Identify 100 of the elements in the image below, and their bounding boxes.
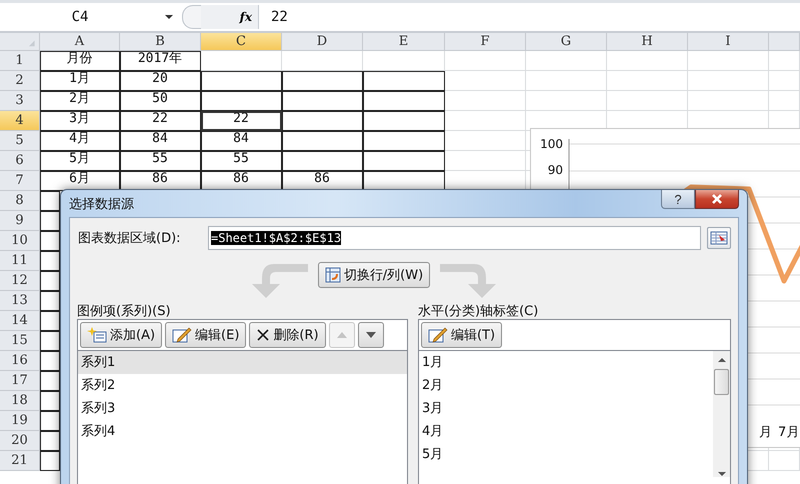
row-header[interactable]: 13 — [0, 291, 40, 311]
row-header[interactable]: 9 — [0, 211, 40, 231]
range-input-field[interactable]: =Sheet1!$A$2:$E$13 — [208, 226, 701, 250]
table-cell[interactable] — [607, 51, 688, 71]
table-cell[interactable] — [40, 271, 60, 291]
row-header[interactable]: 5 — [0, 131, 40, 151]
row-header[interactable]: 4 — [0, 111, 40, 131]
row-header[interactable]: 12 — [0, 271, 40, 291]
table-cell[interactable] — [445, 71, 526, 91]
table-cell[interactable]: 84 — [201, 131, 282, 151]
edit-button[interactable]: 编辑(T) — [420, 322, 502, 348]
table-cell[interactable]: 1月 — [40, 71, 120, 91]
row-header[interactable]: 17 — [0, 371, 40, 391]
table-cell[interactable] — [607, 91, 688, 111]
row-header[interactable]: 2 — [0, 71, 40, 91]
table-cell[interactable]: 20 — [120, 71, 201, 91]
table-cell[interactable] — [282, 91, 363, 111]
column-header[interactable]: A — [40, 33, 120, 51]
row-header[interactable]: 10 — [0, 231, 40, 251]
help-button[interactable]: ? — [661, 190, 695, 209]
row-header[interactable]: 1 — [0, 51, 40, 71]
column-header[interactable]: I — [688, 33, 769, 51]
column-header[interactable]: G — [526, 33, 607, 51]
list-item[interactable]: 4月 — [418, 420, 713, 443]
table-cell[interactable] — [282, 131, 363, 151]
table-cell[interactable] — [769, 91, 800, 111]
column-header[interactable]: D — [282, 33, 363, 51]
table-cell[interactable] — [40, 371, 60, 391]
name-box[interactable]: C4 — [0, 9, 160, 25]
list-item[interactable]: 系列1 — [78, 351, 407, 374]
table-cell[interactable]: 2月 — [40, 91, 120, 111]
table-cell[interactable] — [688, 51, 769, 71]
table-cell[interactable]: 4月 — [40, 131, 120, 151]
formula-field[interactable]: 22 — [259, 9, 800, 25]
table-cell[interactable] — [363, 51, 445, 71]
column-header[interactable]: C — [201, 33, 282, 51]
table-cell[interactable] — [40, 211, 60, 231]
table-cell[interactable] — [40, 451, 60, 471]
list-item[interactable]: 系列3 — [78, 397, 407, 420]
table-cell[interactable] — [40, 391, 60, 411]
switch-row-column-button[interactable]: 切换行/列(W) — [318, 262, 430, 288]
table-cell[interactable] — [282, 51, 363, 71]
table-cell[interactable] — [526, 51, 607, 71]
table-cell[interactable] — [769, 51, 800, 71]
table-cell[interactable] — [40, 431, 60, 451]
scrollbar-thumb[interactable] — [714, 369, 729, 395]
scrollbar[interactable] — [713, 351, 730, 477]
table-cell[interactable] — [445, 131, 526, 151]
row-header[interactable]: 16 — [0, 351, 40, 371]
table-cell[interactable] — [363, 151, 445, 171]
table-cell[interactable]: 55 — [201, 151, 282, 171]
table-cell[interactable] — [445, 151, 526, 171]
table-cell[interactable] — [40, 231, 60, 251]
row-header[interactable]: 3 — [0, 91, 40, 111]
collapse-dialog-button[interactable] — [707, 227, 731, 249]
list-item[interactable]: 系列4 — [78, 420, 407, 443]
table-cell[interactable] — [445, 91, 526, 111]
move-down-button[interactable] — [358, 322, 384, 348]
row-header[interactable]: 15 — [0, 331, 40, 351]
list-item[interactable]: 1月 — [418, 351, 713, 374]
table-cell[interactable]: 50 — [120, 91, 201, 111]
splitter-handle[interactable] — [182, 5, 201, 29]
table-cell[interactable] — [526, 91, 607, 111]
row-header[interactable]: 11 — [0, 251, 40, 271]
table-cell[interactable] — [769, 451, 800, 471]
row-header[interactable]: 19 — [0, 411, 40, 431]
table-cell[interactable] — [688, 71, 769, 91]
column-header[interactable]: E — [363, 33, 445, 51]
list-item[interactable]: 2月 — [418, 374, 713, 397]
row-header[interactable]: 6 — [0, 151, 40, 171]
table-cell[interactable] — [40, 191, 60, 211]
table-cell[interactable] — [40, 251, 60, 271]
table-cell[interactable] — [201, 71, 282, 91]
table-cell[interactable] — [445, 51, 526, 71]
table-cell[interactable]: 2017年 — [120, 51, 201, 71]
table-cell[interactable] — [282, 151, 363, 171]
edit-button[interactable]: 编辑(E) — [165, 322, 246, 348]
table-cell[interactable]: 22 — [120, 111, 201, 131]
table-cell[interactable] — [282, 71, 363, 91]
table-cell[interactable] — [201, 51, 282, 71]
table-cell[interactable] — [282, 111, 363, 131]
table-cell[interactable] — [769, 71, 800, 91]
table-cell[interactable]: 84 — [120, 131, 201, 151]
list-item[interactable]: 3月 — [418, 397, 713, 420]
insert-function-button[interactable]: fx — [201, 5, 259, 29]
table-cell[interactable] — [40, 411, 60, 431]
table-cell[interactable] — [445, 111, 526, 131]
add-button[interactable]: 添加(A) — [80, 322, 162, 348]
table-cell[interactable]: 月份 — [40, 51, 120, 71]
row-header[interactable]: 14 — [0, 311, 40, 331]
column-header[interactable]: F — [445, 33, 526, 51]
row-header[interactable]: 7 — [0, 171, 40, 191]
table-cell[interactable] — [40, 291, 60, 311]
table-cell[interactable] — [363, 71, 445, 91]
table-cell[interactable]: 5月 — [40, 151, 120, 171]
table-cell[interactable] — [363, 131, 445, 151]
table-cell[interactable] — [40, 331, 60, 351]
delete-button[interactable]: 删除(R) — [249, 322, 326, 348]
table-cell[interactable] — [363, 111, 445, 131]
table-cell[interactable] — [201, 91, 282, 111]
